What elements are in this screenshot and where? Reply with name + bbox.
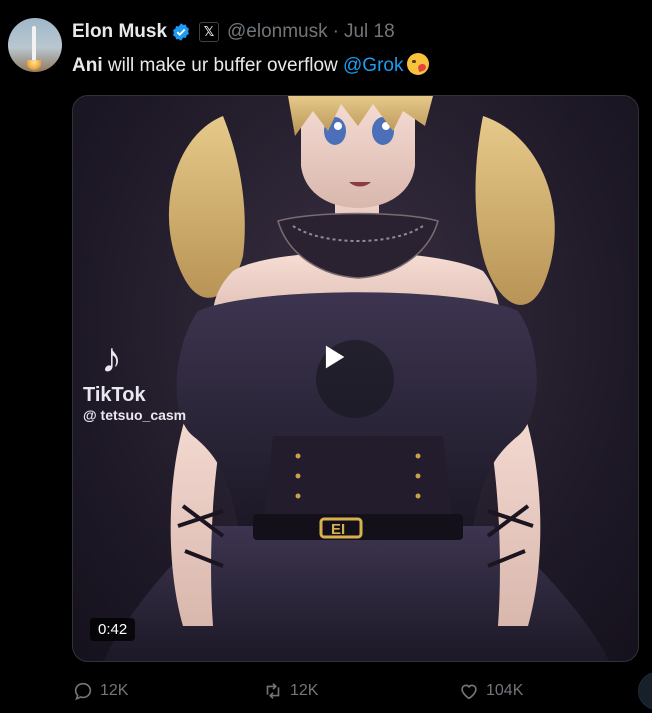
video-duration: 0:42 [90, 618, 136, 641]
x-affiliation-icon: 𝕏 [199, 22, 220, 42]
play-icon [325, 345, 345, 369]
reply-button[interactable]: 12K [72, 680, 128, 702]
reply-count: 12K [100, 682, 129, 699]
author-avatar[interactable] [8, 18, 62, 72]
tiktok-app-name: TikTok [83, 384, 146, 406]
tweet-text-plain: will make ur buffer overflow [102, 55, 344, 76]
author-handle[interactable]: @elonmusk [227, 21, 328, 43]
play-button[interactable] [316, 340, 394, 418]
tweet-header: Elon Musk 𝕏 @elonmusk · Jul 18 [72, 19, 395, 45]
rocket-flame [27, 60, 41, 72]
tweet-text: Ani will make ur buffer overflow @Grok [72, 53, 430, 79]
tweet-date[interactable]: Jul 18 [344, 21, 395, 43]
tiktok-username: @ tetsuo_casm [83, 407, 187, 423]
separator-dot: · [332, 21, 339, 42]
belt-buckle-text: EI [331, 521, 345, 538]
reply-icon [74, 682, 92, 701]
verified-badge-icon [173, 23, 189, 41]
tiktok-logo-icon: ♪ [101, 334, 122, 381]
repost-count: 12K [290, 682, 319, 699]
tweet-text-bold: Ani [72, 55, 103, 76]
rocket-image [32, 26, 36, 62]
tweet-card[interactable]: Elon Musk 𝕏 @elonmusk · Jul 18 Ani will … [0, 0, 652, 713]
kissing-face-emoji-icon [407, 53, 430, 75]
heart-icon [461, 684, 477, 700]
tweet-actions: 12K 12K 104K [72, 680, 572, 704]
floating-action-button[interactable] [638, 672, 652, 710]
like-count: 104K [486, 682, 524, 699]
repost-icon [266, 683, 280, 699]
like-button[interactable]: 104K [458, 680, 523, 702]
grok-mention-link[interactable]: @Grok [343, 55, 403, 76]
repost-button[interactable]: 12K [262, 680, 318, 702]
video-player[interactable]: EI ♪ TikTok @ tetsuo_casm 0:42 [72, 95, 639, 662]
author-name[interactable]: Elon Musk [72, 21, 167, 43]
tiktok-watermark: ♪ TikTok @ tetsuo_casm [83, 336, 186, 424]
